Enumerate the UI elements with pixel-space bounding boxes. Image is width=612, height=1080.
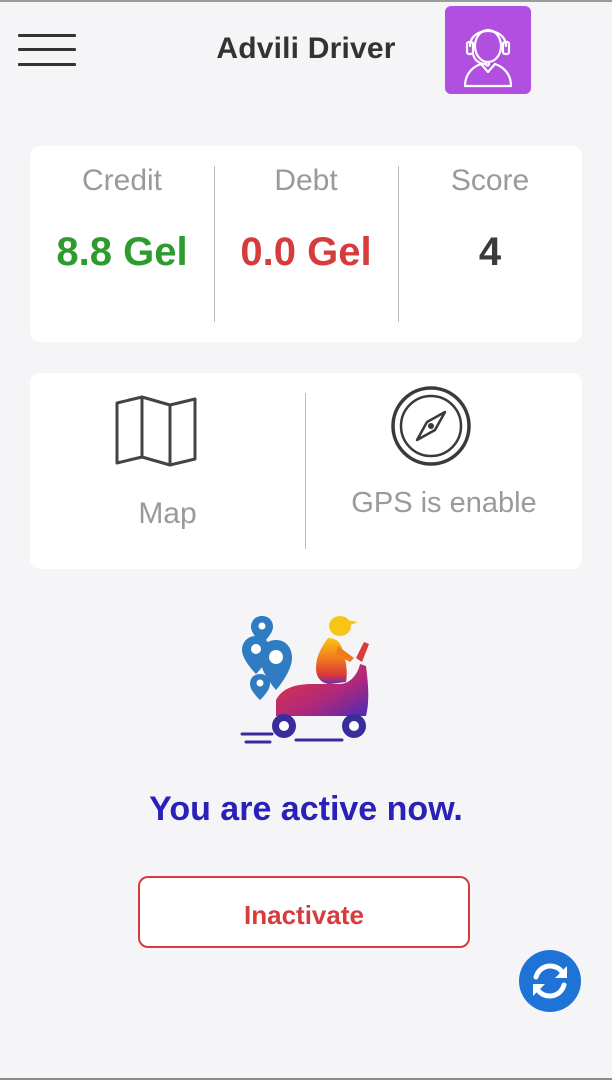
menu-bar bbox=[18, 63, 76, 66]
debt-stat: Debt 0.0 Gel bbox=[214, 146, 398, 342]
folded-map-icon bbox=[115, 395, 197, 467]
menu-button[interactable] bbox=[18, 30, 76, 70]
delivery-scooter-icon bbox=[240, 616, 369, 744]
refresh-button[interactable] bbox=[519, 950, 581, 1012]
credit-value: 8.8 Gel bbox=[56, 230, 188, 274]
menu-bar bbox=[18, 34, 76, 37]
tools-card: Map GPS is enable bbox=[30, 373, 582, 569]
app-title: Advili Driver bbox=[216, 32, 396, 65]
app-header: Advili Driver bbox=[0, 2, 612, 102]
credit-label: Credit bbox=[81, 164, 163, 197]
inactivate-button[interactable]: Inactivate bbox=[138, 876, 470, 948]
compass-icon bbox=[391, 386, 471, 466]
map-button[interactable]: Map bbox=[30, 373, 305, 569]
gps-status[interactable]: GPS is enable bbox=[306, 373, 582, 569]
debt-value: 0.0 Gel bbox=[240, 230, 372, 274]
score-label: Score bbox=[450, 164, 530, 197]
support-button[interactable] bbox=[445, 6, 531, 94]
map-label: Map bbox=[138, 497, 197, 530]
headset-agent-icon bbox=[463, 28, 513, 88]
refresh-icon bbox=[533, 963, 567, 999]
gps-label: GPS is enable bbox=[351, 487, 537, 519]
score-stat: Score 4 bbox=[398, 146, 582, 342]
score-value: 4 bbox=[478, 230, 502, 274]
balance-card: Credit 8.8 Gel Debt 0.0 Gel Score 4 bbox=[30, 146, 582, 342]
debt-label: Debt bbox=[274, 164, 338, 197]
menu-bar bbox=[18, 48, 76, 51]
credit-stat: Credit 8.8 Gel bbox=[30, 146, 214, 342]
active-status-message: You are active now. bbox=[149, 790, 463, 828]
